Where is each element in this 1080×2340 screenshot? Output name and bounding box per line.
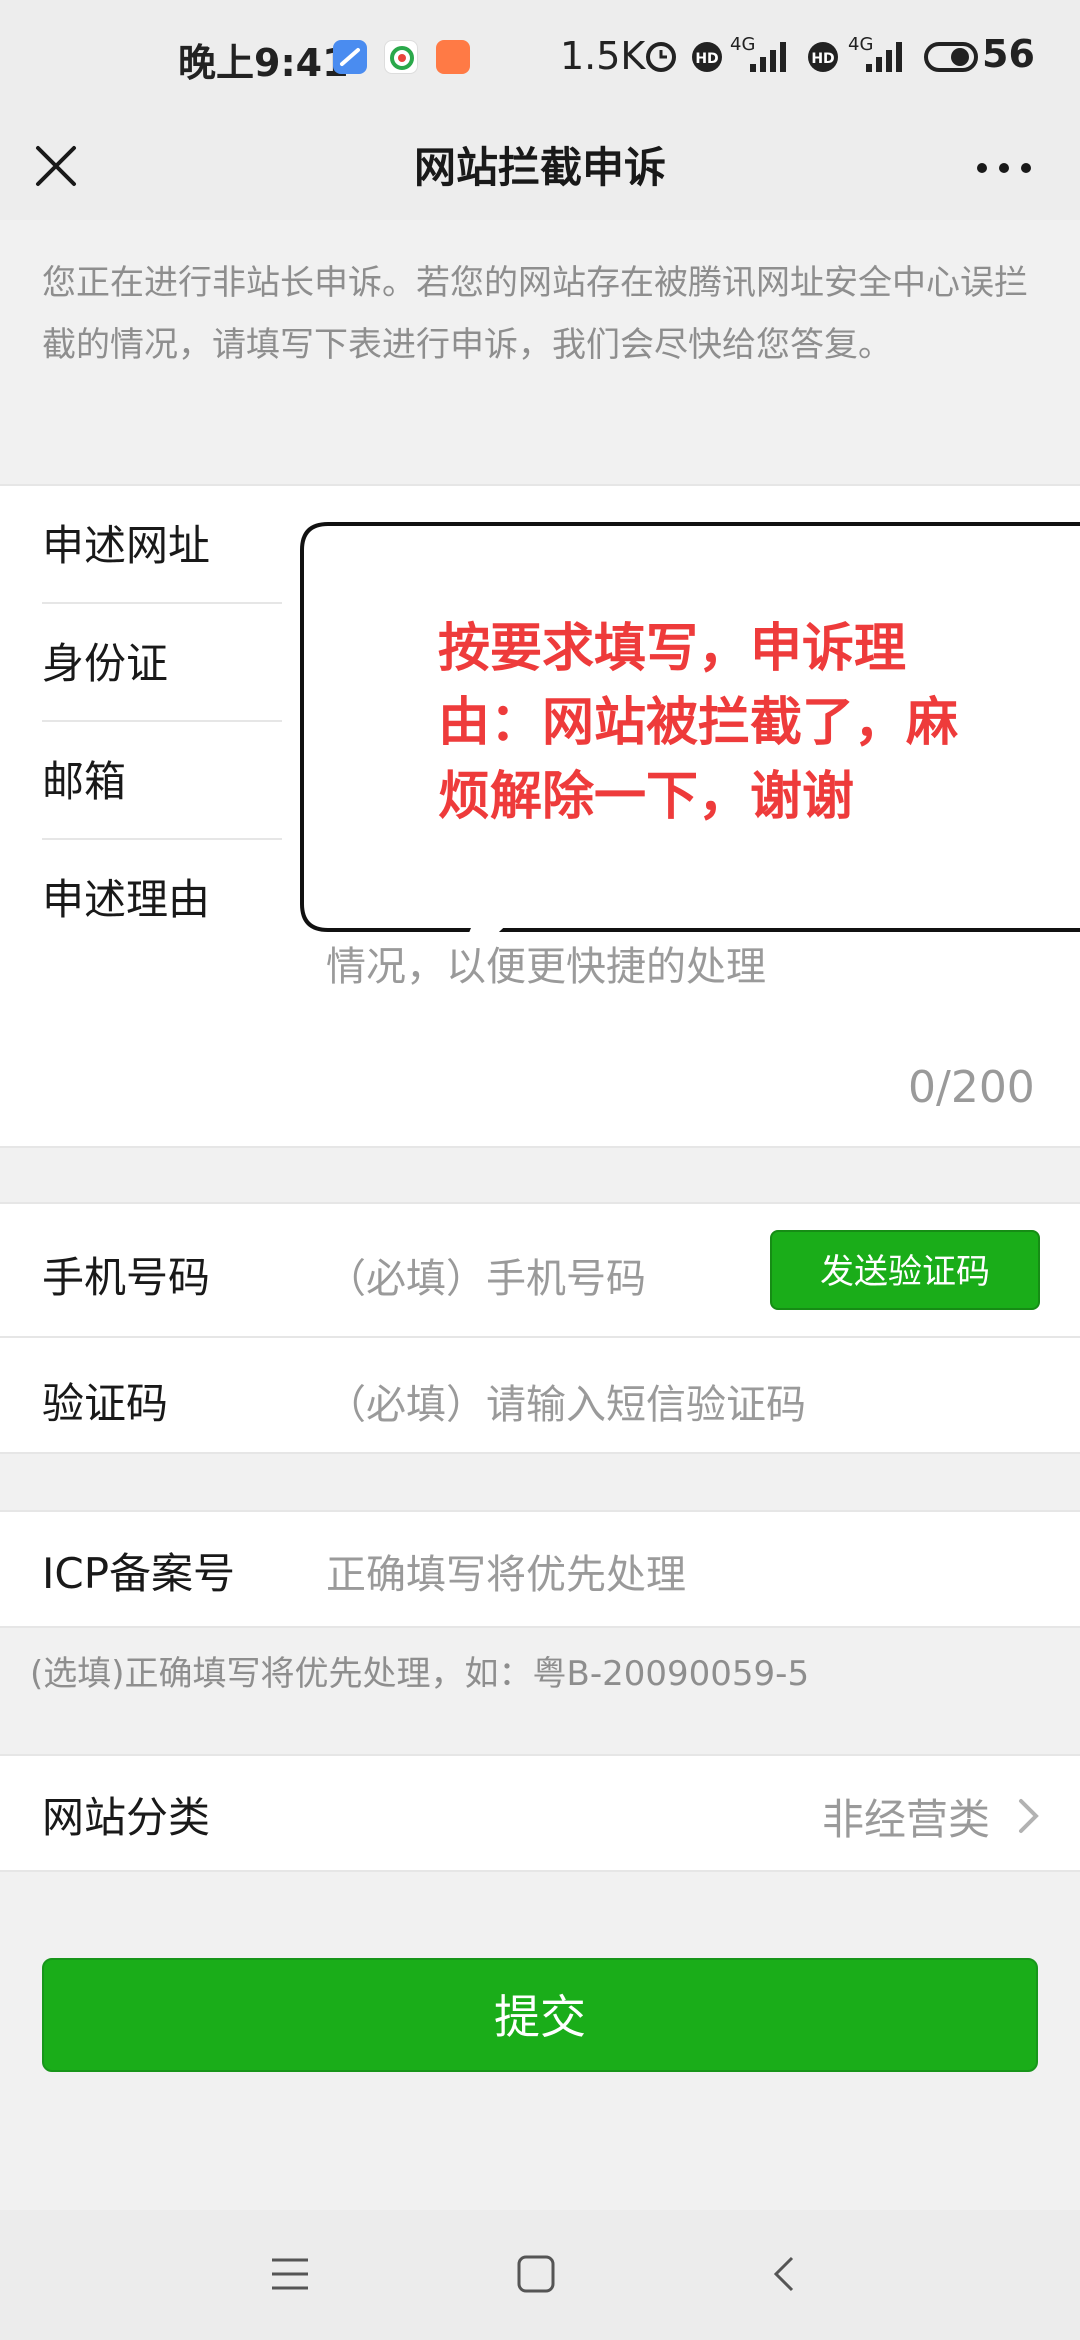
code-input[interactable]: （必填）请输入短信验证码	[326, 1372, 806, 1430]
code-label: 验证码	[42, 1379, 169, 1428]
category-label: 网站分类	[42, 1793, 211, 1842]
bubble-tail-mask	[438, 930, 508, 990]
divider	[0, 1754, 1080, 1756]
chevron-right-icon	[1019, 1799, 1039, 1833]
signal-icon-2	[866, 42, 902, 72]
battery-icon	[924, 42, 978, 72]
divider	[42, 720, 282, 722]
svg-text:HD: HD	[811, 51, 834, 67]
svg-text:HD: HD	[695, 51, 718, 67]
section-gap	[0, 1148, 1080, 1202]
status-bar: 晚上9:41 1.5K HD 4G HD 4G 56	[0, 0, 1080, 116]
category-value[interactable]: 非经营类	[822, 1786, 990, 1847]
reason-label: 申述理由	[42, 875, 211, 924]
home-icon[interactable]	[516, 2254, 556, 2294]
reason-placeholder: 情况，以便更快捷的处理	[326, 944, 766, 990]
hd-icon-2: HD	[808, 42, 838, 72]
phone-input[interactable]: （必填）手机号码	[326, 1246, 646, 1304]
icp-hint: (选填)正确填写将优先处理，如：粤B-20090059-5	[30, 1654, 810, 1694]
system-nav-bar	[0, 2210, 1080, 2340]
submit-button[interactable]: 提交	[42, 1958, 1038, 2072]
icp-input[interactable]: 正确填写将优先处理	[326, 1542, 686, 1600]
divider	[0, 1336, 1080, 1338]
net-speed: 1.5K	[560, 34, 646, 78]
url-label: 申述网址	[42, 521, 211, 570]
annotation-text: 按要求填写，申诉理由：网站被拦截了，麻烦解除一下，谢谢	[438, 619, 959, 827]
hd-icon: HD	[692, 42, 722, 72]
divider	[0, 1202, 1080, 1204]
more-icon[interactable]	[974, 156, 1038, 180]
signal-icon-1	[750, 42, 786, 72]
status-time: 晚上9:41	[178, 41, 349, 85]
divider	[42, 838, 282, 840]
phone-label: 手机号码	[42, 1253, 211, 1302]
browser-app-icon	[333, 40, 367, 74]
divider	[0, 1510, 1080, 1512]
alarm-icon	[646, 42, 676, 72]
battery-level: 56	[982, 32, 1035, 76]
email-label: 邮箱	[42, 757, 127, 806]
back-icon[interactable]	[770, 2254, 800, 2294]
divider	[42, 602, 282, 604]
menu-icon[interactable]	[270, 2254, 310, 2294]
icp-label: ICP备案号	[42, 1549, 236, 1598]
section-gap	[0, 1454, 1080, 1510]
store-app-icon	[436, 40, 470, 74]
nav-bar: 网站拦截申诉	[0, 116, 1080, 220]
send-code-button[interactable]: 发送验证码	[770, 1230, 1040, 1310]
appeal-notice: 您正在进行非站长申诉。若您的网站存在被腾讯网址安全中心误拦截的情况，请填写下表进…	[0, 220, 1080, 484]
id-label: 身份证	[42, 639, 169, 688]
camera-app-icon	[384, 40, 418, 74]
page-title: 网站拦截申诉	[413, 143, 666, 192]
reason-counter: 0/200	[908, 1062, 1035, 1113]
close-icon[interactable]	[30, 140, 86, 196]
